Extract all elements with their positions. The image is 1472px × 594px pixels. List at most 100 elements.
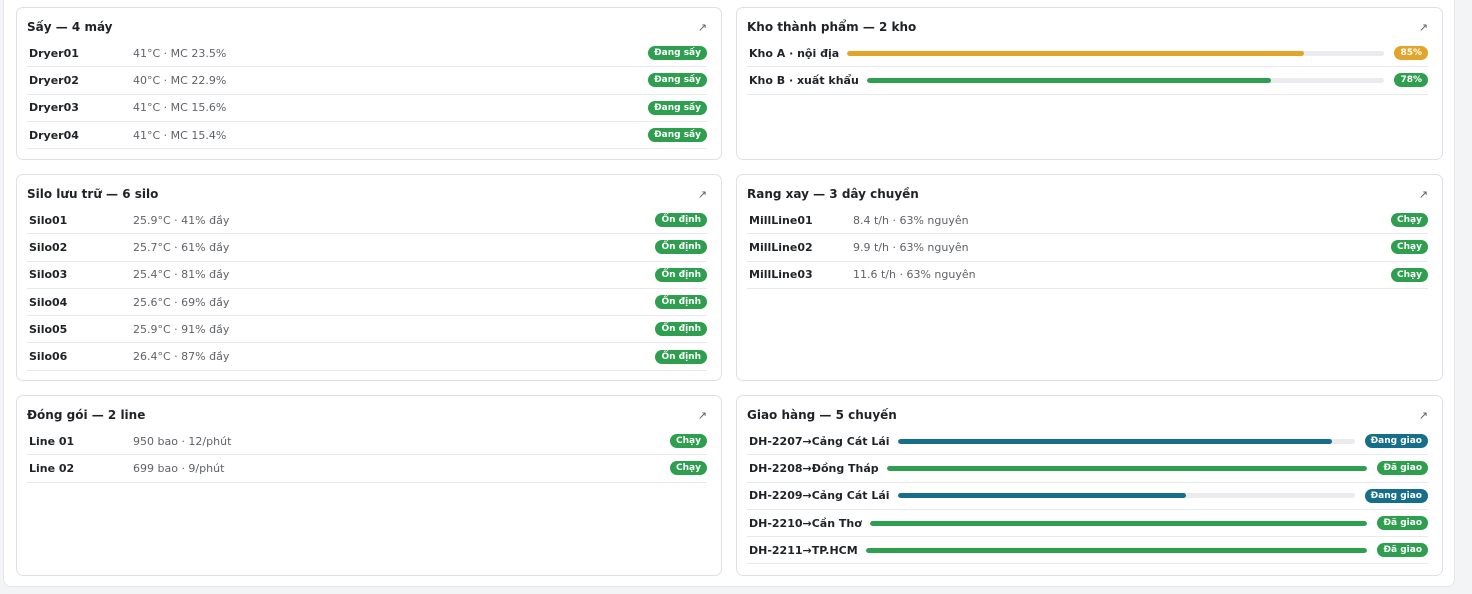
progress-bar-fill (897, 493, 1186, 499)
capacity-badge: 78% (1394, 73, 1428, 88)
expand-icon[interactable]: ↗ (698, 188, 707, 201)
shipment-name: DH-2207→Cảng Cát Lái (749, 434, 890, 448)
status-badge: Chạy (670, 434, 707, 449)
capacity-bar (847, 50, 1385, 56)
item-name: Line 01 (29, 434, 75, 448)
item-name: Kho B · xuất khẩu (749, 73, 859, 87)
status-badge: Đang giao (1364, 488, 1428, 503)
list-item[interactable]: MillLine03 11.6 t/h · 63% nguyên Chạy (747, 262, 1428, 289)
capacity-badge: 85% (1394, 46, 1428, 61)
item-info: 25.4°C · 81% đầy (133, 268, 230, 282)
item-info: 41°C · MC 23.5% (133, 46, 227, 60)
list-item[interactable]: Silo01 25.9°C · 41% đầy Ổn định (27, 207, 707, 235)
delivery-card-title: Giao hàng — 5 chuyến (747, 408, 897, 422)
status-badge: Ổn định (655, 267, 707, 282)
list-item[interactable]: DH-2209→Cảng Cát Lái Đang giao (747, 483, 1428, 510)
item-info: 25.6°C · 69% đầy (133, 295, 230, 309)
warehouse-list: Kho A · nội địa 85% Kho B · xuất khẩu 78… (747, 40, 1428, 95)
status-badge: Đã giao (1377, 516, 1428, 531)
progress-bar-fill (886, 465, 1368, 471)
progress-bar (897, 438, 1355, 444)
item-info: 25.9°C · 91% đầy (133, 322, 230, 336)
status-badge: Đã giao (1377, 461, 1428, 476)
list-item[interactable]: Silo04 25.6°C · 69% đầy Ổn định (27, 289, 707, 317)
item-info: 9.9 t/h · 63% nguyên (853, 240, 969, 254)
status-badge: Chạy (670, 461, 707, 476)
status-badge: Chạy (1391, 240, 1428, 255)
status-badge: Đang sấy (648, 100, 707, 115)
capacity-bar (866, 77, 1385, 83)
item-info: 25.7°C · 61% đầy (133, 240, 230, 254)
item-info: 41°C · MC 15.4% (133, 128, 227, 142)
expand-icon[interactable]: ↗ (1419, 188, 1428, 201)
progress-bar-fill (865, 547, 1368, 553)
item-name: Kho A · nội địa (749, 46, 840, 60)
list-item[interactable]: DH-2210→Cần Thơ Đã giao (747, 510, 1428, 538)
item-name: Silo05 (29, 322, 68, 336)
item-name: MillLine03 (749, 268, 813, 282)
capacity-bar-fill (847, 50, 1304, 56)
progress-bar (886, 465, 1368, 471)
shipment-name: DH-2211→TP.HCM (749, 543, 858, 557)
delivery-list: DH-2207→Cảng Cát Lái Đang giao DH-2208→Đ… (747, 428, 1428, 565)
list-item[interactable]: Line 01 950 bao · 12/phút Chạy (27, 428, 707, 456)
progress-bar (865, 547, 1368, 553)
progress-bar (897, 493, 1355, 499)
item-name: Silo06 (29, 350, 68, 364)
item-info: 40°C · MC 22.9% (133, 73, 227, 87)
list-item[interactable]: Kho A · nội địa 85% (747, 40, 1428, 68)
dryer-card-title: Sấy — 4 máy (27, 20, 113, 34)
shipment-name: DH-2208→Đồng Tháp (749, 461, 879, 475)
expand-icon[interactable]: ↗ (1419, 21, 1428, 34)
shipment-name: DH-2209→Cảng Cát Lái (749, 489, 890, 503)
silo-card: Silo lưu trữ — 6 silo ↗ Silo01 25.9°C · 4… (16, 174, 722, 381)
list-item[interactable]: Silo03 25.4°C · 81% đầy Ổn định (27, 262, 707, 289)
status-badge: Đã giao (1377, 543, 1428, 558)
list-item[interactable]: DH-2208→Đồng Tháp Đã giao (747, 455, 1428, 483)
progress-bar-fill (897, 438, 1332, 444)
packing-list: Line 01 950 bao · 12/phút Chạy Line 02 699 … (27, 428, 707, 483)
warehouse-card: Kho thành phẩm — 2 kho ↗ Kho A · nội địa… (736, 7, 1443, 160)
item-info: 11.6 t/h · 63% nguyên (853, 268, 976, 282)
status-badge: Đang sấy (648, 128, 707, 143)
status-badge: Ổn định (655, 349, 707, 364)
status-badge: Đang sấy (648, 73, 707, 88)
list-item[interactable]: Dryer04 41°C · MC 15.4% Đang sấy (27, 122, 707, 150)
item-info: 950 bao · 12/phút (133, 434, 232, 448)
warehouse-card-title: Kho thành phẩm — 2 kho (747, 20, 917, 34)
list-item[interactable]: Dryer03 41°C · MC 15.6% Đang sấy (27, 95, 707, 122)
status-badge: Đang sấy (648, 46, 707, 61)
status-badge: Ổn định (655, 240, 707, 255)
list-item[interactable]: Silo05 25.9°C · 91% đầy Ổn định (27, 316, 707, 344)
milling-card: Rang xay — 3 dây chuyền ↗ MillLine01 8.4 … (736, 174, 1443, 381)
list-item[interactable]: MillLine02 9.9 t/h · 63% nguyên Chạy (747, 234, 1428, 262)
item-name: Silo03 (29, 268, 68, 282)
status-badge: Chạy (1391, 213, 1428, 228)
item-info: 41°C · MC 15.6% (133, 101, 227, 115)
list-item[interactable]: Silo06 26.4°C · 87% đầy Ổn định (27, 343, 707, 371)
expand-icon[interactable]: ↗ (698, 409, 707, 422)
status-badge: Đang giao (1364, 434, 1428, 449)
silo-card-title: Silo lưu trữ — 6 silo (27, 187, 159, 201)
silo-list: Silo01 25.9°C · 41% đầy Ổn định Silo02 25.7… (27, 207, 707, 371)
item-name: Dryer01 (29, 46, 79, 60)
status-badge: Ổn định (655, 213, 707, 228)
expand-icon[interactable]: ↗ (698, 21, 707, 34)
list-item[interactable]: DH-2207→Cảng Cát Lái Đang giao (747, 428, 1428, 456)
item-name: MillLine01 (749, 213, 813, 227)
dryer-card: Sấy — 4 máy ↗ Dryer01 41°C · MC 23.5% Đang… (16, 7, 722, 160)
item-name: Silo02 (29, 240, 68, 254)
packing-card-title: Đóng gói — 2 line (27, 408, 146, 422)
list-item[interactable]: MillLine01 8.4 t/h · 63% nguyên Chạy (747, 207, 1428, 235)
list-item[interactable]: DH-2211→TP.HCM Đã giao (747, 537, 1428, 565)
list-item[interactable]: Kho B · xuất khẩu 78% (747, 67, 1428, 95)
status-badge: Ổn định (655, 295, 707, 310)
item-info: 699 bao · 9/phút (133, 461, 225, 475)
delivery-card: Giao hàng — 5 chuyến ↗ DH-2207→Cảng Cát … (736, 395, 1443, 576)
list-item[interactable]: Dryer02 40°C · MC 22.9% Đang sấy (27, 67, 707, 95)
list-item[interactable]: Line 02 699 bao · 9/phút Chạy (27, 455, 707, 483)
item-name: Line 02 (29, 461, 75, 475)
expand-icon[interactable]: ↗ (1419, 409, 1428, 422)
list-item[interactable]: Dryer01 41°C · MC 23.5% Đang sấy (27, 40, 707, 68)
list-item[interactable]: Silo02 25.7°C · 61% đầy Ổn định (27, 234, 707, 262)
